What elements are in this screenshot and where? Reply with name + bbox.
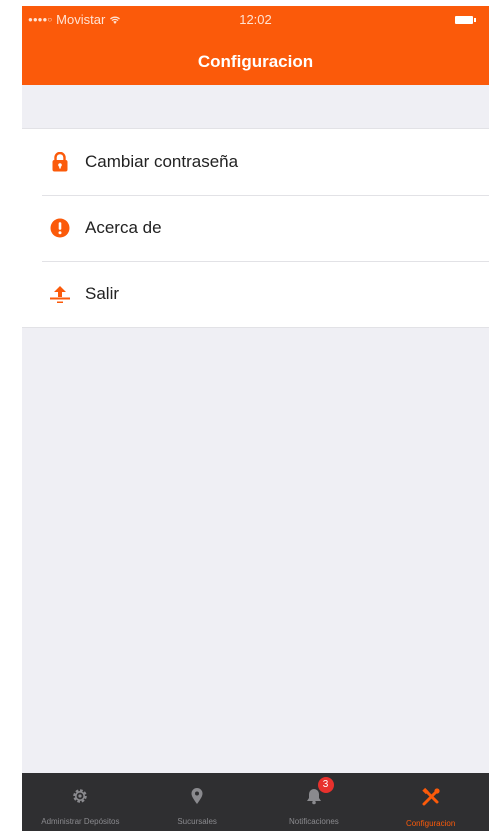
tab-configuracion[interactable]: Configuracion xyxy=(372,773,489,831)
battery-icon xyxy=(455,16,476,24)
menu-item-label: Cambiar contraseña xyxy=(85,152,239,171)
location-pin-icon xyxy=(191,788,203,804)
menu-item-acerca-de[interactable]: Acerca de xyxy=(22,195,489,261)
page-title: Configuracion xyxy=(197,52,314,71)
status-time: 12:02 xyxy=(239,12,272,27)
navigation-bar: ●●●●○ Movistar 12:02 Configuracion xyxy=(22,6,489,85)
menu-item-label: Salir xyxy=(85,284,120,303)
status-bar: ●●●●○ Movistar 12:02 xyxy=(22,6,489,32)
menu-item-cambiar-contrasena[interactable]: Cambiar contraseña xyxy=(22,129,489,195)
info-icon xyxy=(49,217,71,239)
tab-label: Administrar Depósitos xyxy=(41,817,120,826)
notification-badge: 3 xyxy=(317,777,334,793)
menu-item-salir[interactable]: Salir xyxy=(22,261,489,327)
lock-icon xyxy=(49,151,71,173)
tab-label: Configuracion xyxy=(405,819,456,828)
exit-icon xyxy=(49,283,71,305)
tab-label: Sucursales xyxy=(177,817,217,826)
tools-icon xyxy=(421,787,440,806)
tab-notificaciones[interactable]: 3 Notificaciones xyxy=(256,773,373,831)
tab-label: Notificaciones xyxy=(288,817,339,826)
tab-administrar-depositos[interactable]: Administrar Depósitos xyxy=(22,773,139,831)
menu-item-label: Acerca de xyxy=(85,218,162,237)
tab-sucursales[interactable]: Sucursales xyxy=(139,773,256,831)
app-screen: ●●●●○ Movistar 12:02 Configuracion Cambi… xyxy=(22,6,489,831)
tab-bar: Administrar Depósitos Sucursales 3 Notif… xyxy=(22,773,489,831)
settings-menu: Cambiar contraseña Acerca de Salir xyxy=(22,128,489,328)
gear-icon xyxy=(73,789,88,803)
